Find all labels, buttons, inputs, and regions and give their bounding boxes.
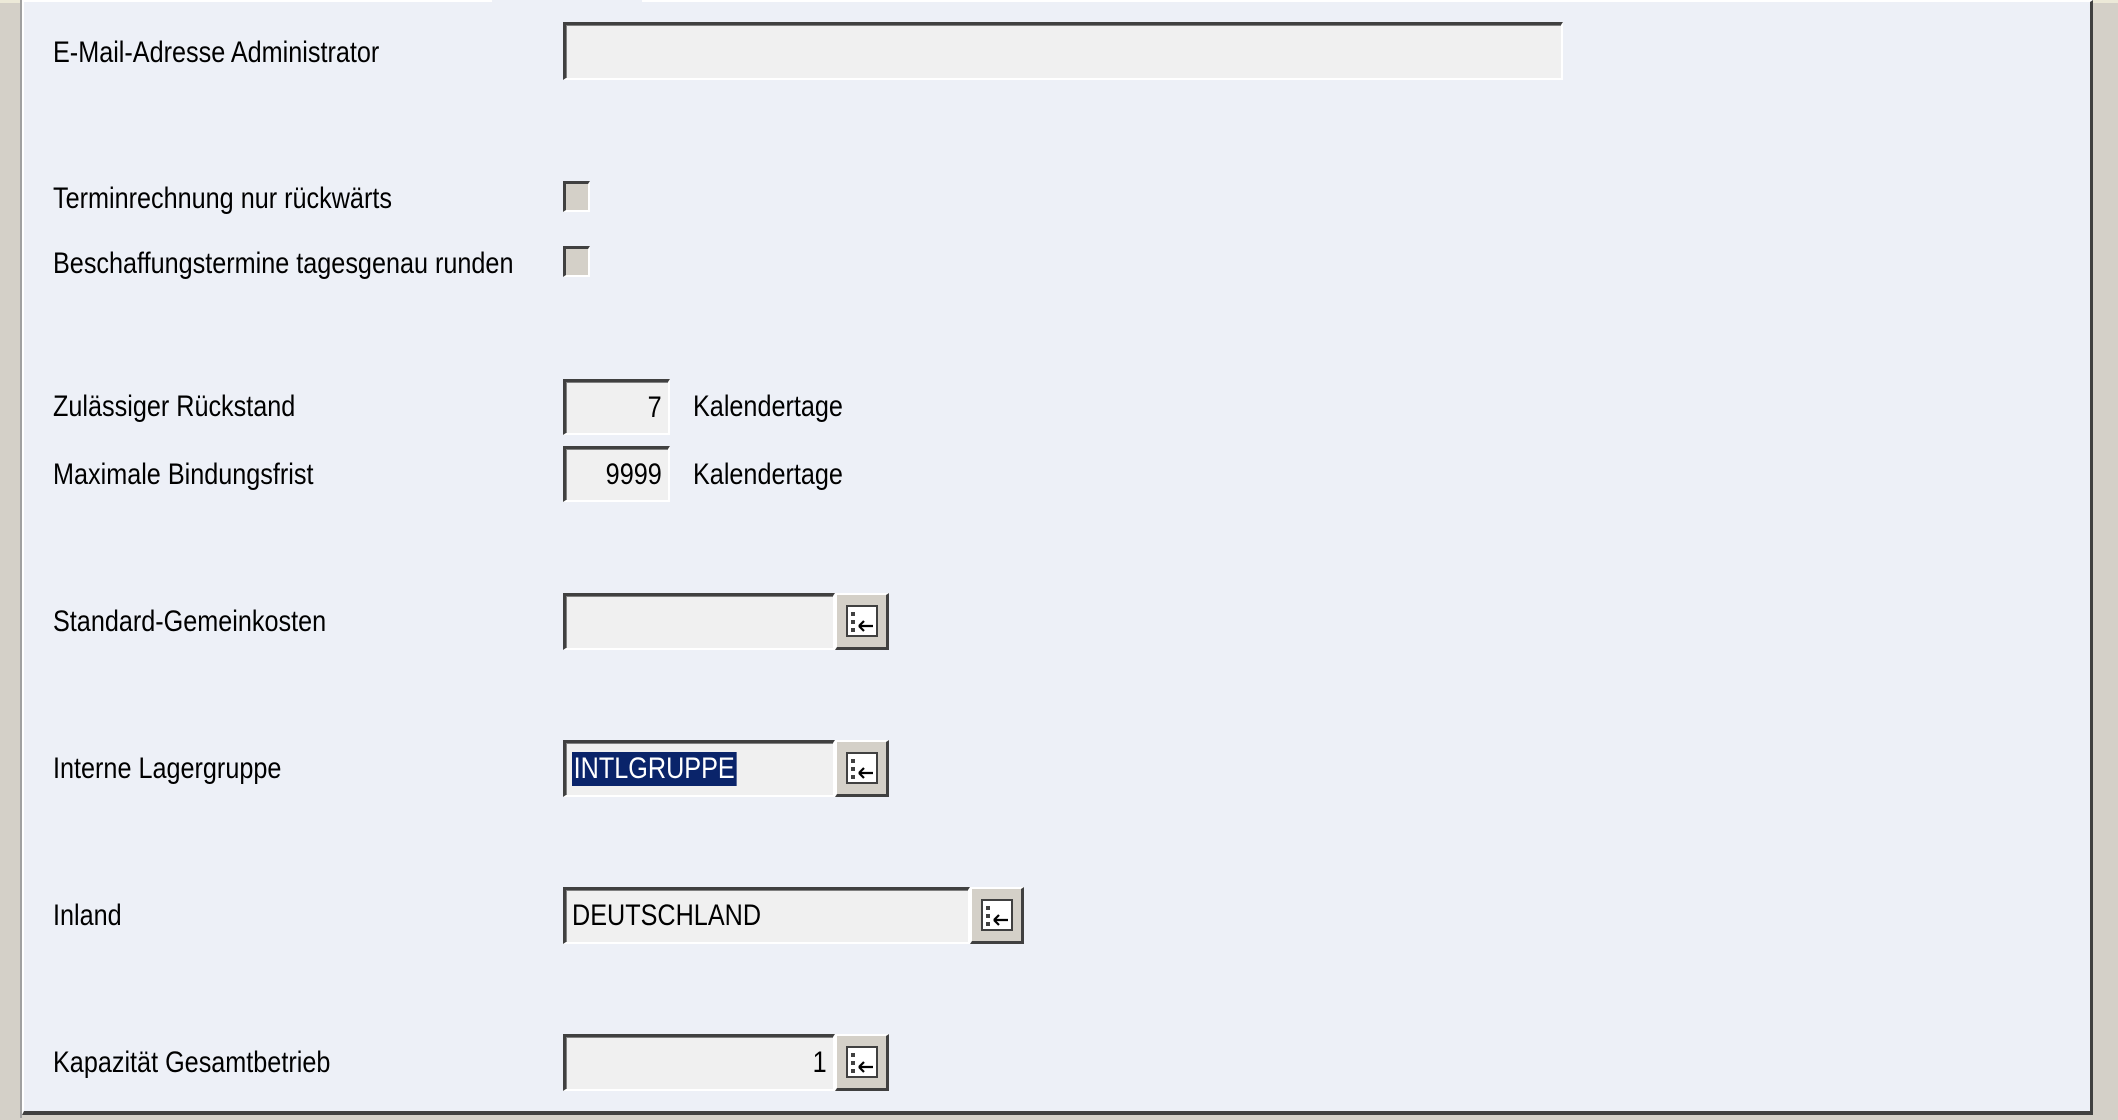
total-capacity-lookup-button[interactable] [835,1034,889,1091]
domestic-lookup-button[interactable] [970,887,1024,944]
active-tab-joint [492,0,642,4]
round-procurement-label: Beschaffungstermine tagesgenau runden [53,247,514,280]
settings-panel [22,0,2093,1115]
backward-scheduling-checkbox[interactable] [563,181,590,212]
domestic-value: DEUTSCHLAND [572,899,762,932]
max-binding-period-unit: Kalendertage [693,458,843,491]
max-binding-period-value: 9999 [605,457,662,491]
allowed-backlog-value: 7 [647,390,662,424]
round-procurement-checkbox[interactable] [563,246,590,277]
internal-stock-group-field[interactable]: INTLGRUPPE [563,740,835,797]
lookup-list-icon [845,752,878,784]
internal-stock-group-value: INTLGRUPPE [572,752,737,786]
email-admin-label: E-Mail-Adresse Administrator [53,36,380,69]
allowed-backlog-unit: Kalendertage [693,390,843,423]
internal-stock-group-lookup-button[interactable] [835,740,889,797]
lookup-list-icon [980,899,1013,931]
total-capacity-label: Kapazität Gesamtbetrieb [53,1046,331,1079]
allowed-backlog-field[interactable]: 7 [563,379,670,435]
max-binding-period-field[interactable]: 9999 [563,446,670,502]
standard-overhead-label: Standard-Gemeinkosten [53,605,327,638]
total-capacity-value: 1 [812,1046,827,1079]
domestic-field[interactable]: DEUTSCHLAND [563,887,970,944]
lookup-list-icon [845,605,878,637]
allowed-backlog-label: Zulässiger Rückstand [53,390,296,423]
standard-overhead-field[interactable] [563,593,835,650]
max-binding-period-label: Maximale Bindungsfrist [53,458,314,491]
lookup-list-icon [845,1046,878,1078]
domestic-label: Inland [53,899,122,932]
total-capacity-field[interactable]: 1 [563,1034,835,1091]
internal-stock-group-label: Interne Lagergruppe [53,752,282,785]
email-admin-field[interactable] [563,22,1563,80]
backward-scheduling-label: Terminrechnung nur rückwärts [53,182,392,215]
standard-overhead-lookup-button[interactable] [835,593,889,650]
